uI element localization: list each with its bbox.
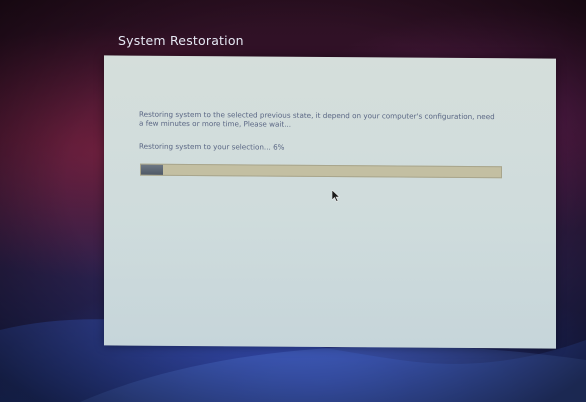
restore-status: Restoring system to your selection... 6% [139,141,285,152]
restoration-dialog: Restoring system to the selected previou… [104,55,556,349]
restore-message: Restoring system to the selected previou… [139,109,495,129]
progress-bar-fill [141,164,163,175]
dialog-title: System Restoration [118,33,244,48]
mouse-pointer-icon [332,190,340,202]
progress-bar [140,163,502,179]
